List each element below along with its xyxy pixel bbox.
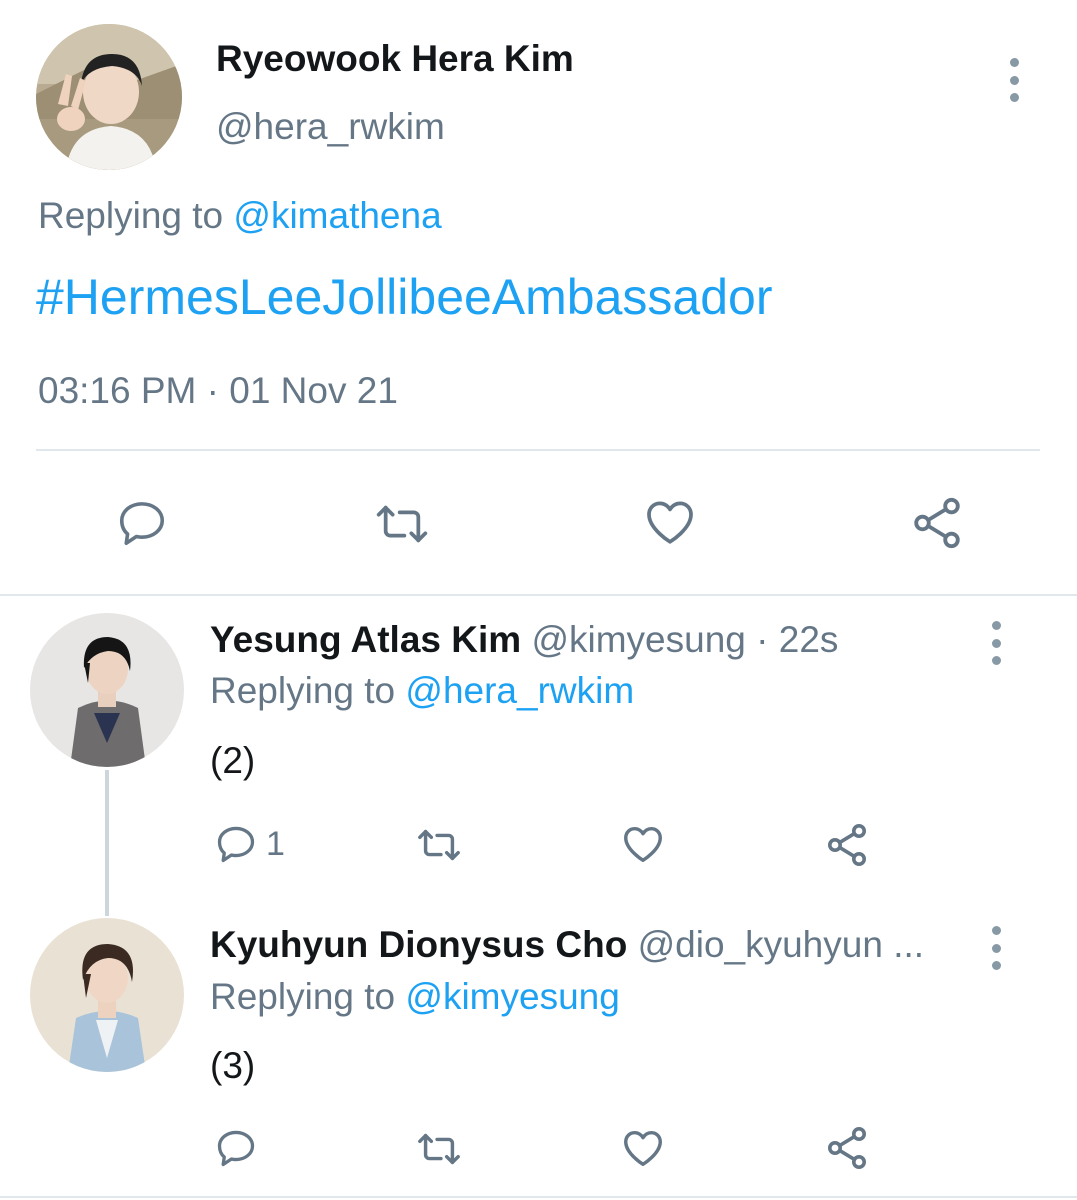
reply-1-handle-time[interactable]: @kimyesung · 22s [531, 619, 838, 660]
reply-1-share-button[interactable] [823, 821, 871, 869]
more-options-icon[interactable] [981, 621, 1011, 665]
retweet-icon [418, 829, 460, 861]
main-author-avatar[interactable] [36, 24, 182, 170]
reply-icon [217, 826, 255, 863]
reply-1-reply-button[interactable]: 1 [214, 822, 285, 866]
main-share-button[interactable] [908, 494, 966, 552]
main-author-handle[interactable]: @hera_rwkim [216, 106, 445, 148]
like-icon [624, 826, 662, 863]
reply-1-header: Yesung Atlas Kim @kimyesung · 22s [210, 619, 838, 661]
reply-1-author-name[interactable]: Yesung Atlas Kim [210, 619, 521, 660]
reply-2-like-button[interactable] [619, 1125, 667, 1171]
replying-prefix: Replying to [210, 670, 406, 711]
like-icon [624, 1130, 662, 1167]
main-tweet-hashtag[interactable]: #HermesLeeJollibeeAmbassador [36, 268, 773, 326]
retweet-icon [418, 1133, 460, 1165]
share-icon [828, 824, 866, 866]
main-author-name[interactable]: Ryeowook Hera Kim [216, 38, 574, 80]
main-like-button[interactable] [641, 494, 699, 550]
section-divider [0, 594, 1077, 596]
more-options-icon[interactable] [999, 58, 1029, 102]
reply-1-text: (2) [210, 740, 256, 781]
replying-to-link[interactable]: @hera_rwkim [405, 670, 634, 711]
reply-2-avatar[interactable] [30, 918, 184, 1072]
replying-prefix: Replying to [210, 976, 406, 1017]
reply-1-avatar[interactable] [30, 613, 184, 767]
replying-prefix: Replying to [38, 195, 234, 236]
reply-2-reply-button[interactable] [214, 1126, 258, 1170]
reply-2-share-button[interactable] [823, 1124, 871, 1172]
reply-icon [217, 1130, 255, 1167]
share-icon [828, 1127, 866, 1169]
reply-2-replying-line: Replying to @kimyesung [210, 976, 620, 1018]
reply-count: 1 [266, 824, 285, 863]
reply-icon [119, 502, 165, 546]
retweet-icon [376, 505, 428, 543]
reply-2-text: (3) [210, 1045, 256, 1086]
reply-2-header: Kyuhyun Dionysus Cho @dio_kyuhyun ... [210, 924, 924, 966]
replying-to-link[interactable]: @kimyesung [405, 976, 619, 1017]
thread-connector [105, 770, 109, 916]
reply-1-replying-line: Replying to @hera_rwkim [210, 670, 634, 712]
replying-to-link[interactable]: @kimathena [233, 195, 441, 236]
main-reply-button[interactable] [114, 496, 170, 550]
main-tweet-timestamp: 03:16 PM · 01 Nov 21 [38, 370, 398, 411]
like-icon [647, 501, 693, 544]
reply-1-like-button[interactable] [619, 821, 667, 867]
reply-2-author-name[interactable]: Kyuhyun Dionysus Cho [210, 924, 627, 965]
main-retweet-button[interactable] [372, 496, 432, 552]
reply-1-retweet-button[interactable] [414, 822, 464, 868]
reply-2-handle[interactable]: @dio_kyuhyun ... [638, 924, 924, 965]
main-replying-line: Replying to @kimathena [38, 195, 442, 237]
timestamp-divider [36, 449, 1040, 451]
more-options-icon[interactable] [981, 926, 1011, 970]
share-icon [914, 497, 960, 549]
bottom-divider [0, 1196, 1077, 1198]
reply-2-retweet-button[interactable] [414, 1126, 464, 1172]
